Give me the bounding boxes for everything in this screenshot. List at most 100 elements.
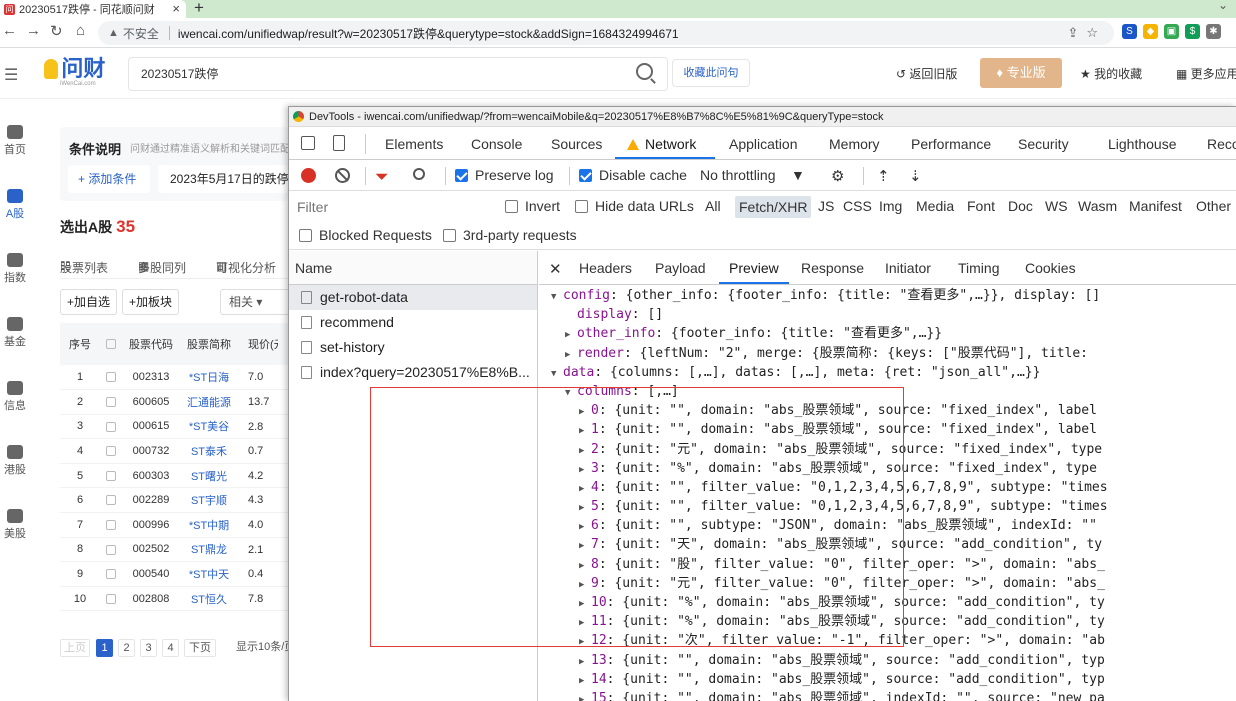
type-filter-fetch-xhr[interactable]: Fetch/XHR [735,196,812,218]
add-condition-button[interactable]: + 添加条件 [68,165,150,193]
checkbox[interactable] [106,372,116,383]
stock-name[interactable]: *ST美谷 [180,414,238,440]
json-line[interactable]: ▶ 1: {unit: "", domain: "abs_股票领域", sourc… [539,420,1236,439]
tab-security[interactable]: Security [1018,136,1069,152]
table-row[interactable]: 2 600605 汇通能源 13.7 [60,389,288,415]
checkbox[interactable] [299,229,312,242]
import-har-icon[interactable]: ⇡ [877,167,890,185]
tab-performance[interactable]: Performance [911,136,991,152]
row-check[interactable] [100,537,122,563]
checkbox[interactable] [106,396,116,407]
stock-name[interactable]: *ST中天 [180,561,238,587]
row-check[interactable] [100,365,122,391]
share-bookmark-icons[interactable]: ⇪☆ [1067,25,1106,41]
page-size-info[interactable]: 显示10条/页 [236,639,288,657]
close-icon[interactable]: ✕ [549,260,562,278]
json-line[interactable]: ▶ 9: {unit: "元", filter_value: "0", filte… [539,574,1236,593]
json-line[interactable]: ▼ data: {columns: [,…], datas: [,…], meta… [539,363,1236,382]
expanded-triangle-icon[interactable]: ▼ [565,384,577,403]
blocked-requests-checkbox[interactable]: Blocked Requests [299,227,432,243]
stock-name[interactable]: 汇通能源 [180,389,238,415]
json-line[interactable]: display: [] [539,305,1236,324]
checkbox[interactable] [106,569,116,580]
json-line[interactable]: ▶ 2: {unit: "元", domain: "abs_股票领域", sour… [539,440,1236,459]
tab-headers[interactable]: Headers [579,260,632,276]
tab-preview[interactable]: Preview [729,260,779,276]
json-line[interactable]: ▶ 8: {unit: "股", filter_value: "0", filte… [539,555,1236,574]
json-line[interactable]: ▶ render: {leftNum: "2", merge: {股票简称: {k… [539,344,1236,363]
tab-initiator[interactable]: Initiator [885,260,931,276]
tab-response[interactable]: Response [801,260,864,276]
tab-application[interactable]: Application [729,136,798,152]
row-check[interactable] [100,438,122,464]
tab-network[interactable]: Network [627,136,696,152]
type-filter-media[interactable]: Media [916,198,954,214]
row-check[interactable] [100,389,122,415]
tab-lighthouse[interactable]: Lighthouse [1108,136,1177,152]
stock-name[interactable]: *ST中期 [180,512,238,538]
json-line[interactable]: ▶ 7: {unit: "天", domain: "abs_股票领域", sour… [539,535,1236,554]
third-party-checkbox[interactable]: 3rd-party requests [443,227,577,243]
condition-chip[interactable]: 2023年5月17日的跌停 [158,165,288,193]
pro-version-button[interactable]: ♦ 专业版 [980,58,1062,88]
type-filter-manifest[interactable]: Manifest [1129,198,1182,214]
col-header-check[interactable] [100,323,122,365]
checkbox[interactable] [575,200,588,213]
stock-name[interactable]: ST恒久 [180,586,238,612]
checkbox[interactable] [106,470,116,481]
json-line[interactable]: ▶ 10: {unit: "%", domain: "abs_股票领域", sou… [539,593,1236,612]
clear-icon[interactable] [335,168,350,183]
checkbox[interactable] [106,421,116,432]
home-icon[interactable]: ⌂ [76,22,85,39]
type-filter-all[interactable]: All [705,198,721,214]
json-line[interactable]: ▶ 6: {unit: "", subtype: "JSON", domain: … [539,516,1236,535]
collect-question-button[interactable]: 收藏此问句 [672,59,750,87]
json-line[interactable]: ▼ config: {other_info: {footer_info: {tit… [539,286,1236,305]
tab-payload[interactable]: Payload [655,260,706,276]
nav-a-shares[interactable]: A股 [0,189,30,221]
nav-index[interactable]: 指数 [0,253,30,285]
nav-home[interactable]: 首页 [0,125,30,157]
checkbox[interactable] [579,169,592,182]
nav-hk[interactable]: 港股 [0,445,30,477]
json-line[interactable]: ▶ other_info: {footer_info: {title: "查看更多… [539,324,1236,343]
json-preview[interactable]: ▼ config: {other_info: {footer_info: {tit… [539,286,1236,701]
json-line[interactable]: ▼ columns: [,…] [539,382,1236,401]
type-filter-wasm[interactable]: Wasm [1078,198,1117,214]
export-har-icon[interactable]: ⇣ [909,167,922,185]
chevron-down-icon[interactable]: ⌄ [1218,0,1228,12]
add-watchlist-button[interactable]: +加自选 [60,289,118,315]
network-conditions-icon[interactable]: ⚙ [831,167,844,185]
favorites-link[interactable]: ★ 我的收藏 [1080,65,1142,82]
tab-cookies[interactable]: Cookies [1025,260,1076,276]
related-select[interactable]: 相关 ▾ [220,289,290,315]
extension-icon[interactable]: $ [1185,24,1200,39]
device-toolbar-icon[interactable] [333,135,345,151]
stock-name[interactable]: ST泰禾 [180,438,238,464]
row-check[interactable] [100,561,122,587]
collapsed-triangle-icon[interactable]: ▶ [579,422,591,441]
collapsed-triangle-icon[interactable]: ▶ [579,537,591,556]
browser-tab[interactable]: 问 20230517跌停 - 同花顺问财 × [0,0,186,18]
expanded-triangle-icon[interactable]: ▼ [551,365,563,384]
type-filter-doc[interactable]: Doc [1008,198,1033,214]
menu-icon[interactable]: ☰ [4,65,18,85]
checkbox[interactable] [106,446,116,457]
search-icon[interactable] [636,63,653,80]
filter-input[interactable] [293,196,489,218]
table-row[interactable]: 7 000996 *ST中期 4.0 [60,512,288,538]
inspect-icon[interactable] [301,136,315,150]
collapsed-triangle-icon[interactable]: ▶ [565,326,577,345]
page-1-button[interactable]: 1 [96,639,113,657]
checkbox[interactable] [443,229,456,242]
hide-data-urls-checkbox[interactable]: Hide data URLs [575,198,694,214]
table-row[interactable]: 1 002313 *ST日海 7.0 [60,365,288,391]
extension-icon[interactable]: S [1122,24,1137,39]
collapsed-triangle-icon[interactable]: ▶ [579,653,591,672]
page-2-button[interactable]: 2 [118,639,135,657]
json-line[interactable]: ▶ 3: {unit: "%", domain: "abs_股票领域", sour… [539,459,1236,478]
collapsed-triangle-icon[interactable]: ▶ [579,633,591,652]
tab-close-icon[interactable]: × [172,1,180,16]
json-line[interactable]: ▶ 5: {unit: "", filter_value: "0,1,2,3,4,… [539,497,1236,516]
tab-memory[interactable]: Memory [829,136,880,152]
